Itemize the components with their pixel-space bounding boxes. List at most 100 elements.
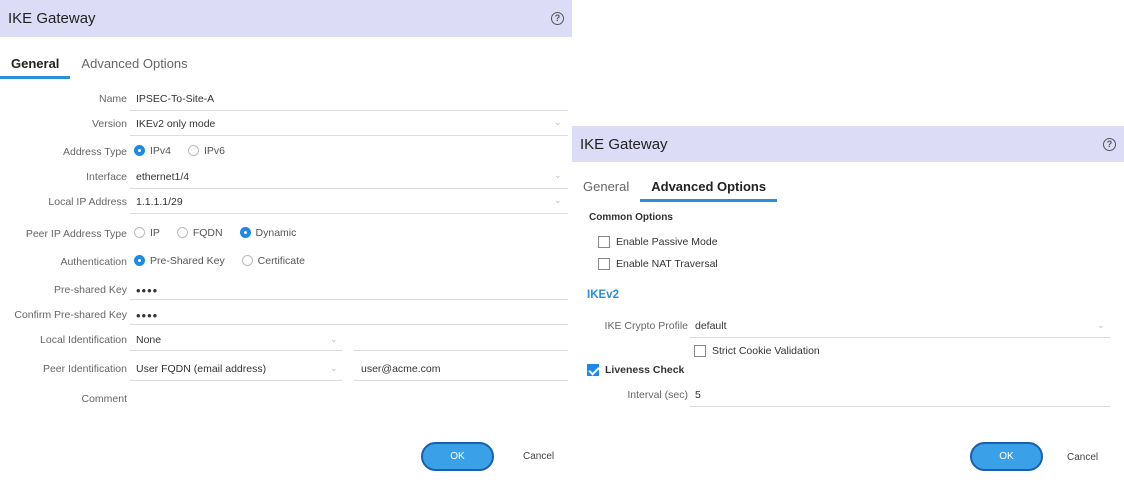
address-type-radios: IPv4 IPv6 — [134, 145, 239, 160]
local-ip-chevron-down-icon[interactable]: ⌄ — [554, 195, 564, 205]
peer-id-chevron-down-icon[interactable]: ⌄ — [330, 363, 340, 373]
strict-cookie-checkbox[interactable] — [694, 345, 706, 357]
interface-row: Interface ethernet1/4 — [0, 166, 189, 188]
passive-mode-checkbox[interactable] — [598, 236, 610, 248]
tab-bar: General Advanced Options — [572, 162, 1124, 202]
local-ip-select[interactable]: 1.1.1.1/29 — [136, 196, 183, 208]
dialog-titlebar: IKE Gateway ? — [0, 0, 572, 37]
radio-unselected-icon — [241, 255, 253, 267]
local-id-value-field[interactable] — [354, 350, 568, 351]
peer-id-label: Peer Identification — [42, 363, 127, 375]
local-ip-label: Local IP Address — [48, 196, 127, 208]
common-options-heading: Common Options — [589, 212, 673, 223]
tab-advanced-options[interactable]: Advanced Options — [70, 56, 198, 79]
local-ip-row: Local IP Address 1.1.1.1/29 — [0, 191, 183, 213]
version-select[interactable]: IKEv2 only mode — [136, 118, 215, 130]
nat-traversal-row[interactable]: Enable NAT Traversal — [598, 253, 718, 275]
interval-label: Interval (sec) — [627, 389, 688, 401]
interface-select[interactable]: ethernet1/4 — [136, 171, 189, 183]
confirm-psk-input[interactable]: •••• — [136, 308, 158, 323]
ike-gateway-dialog-advanced: IKE Gateway ? General Advanced Options C… — [572, 126, 1124, 484]
radio-ipv6[interactable]: IPv6 — [187, 145, 225, 157]
ok-button[interactable]: OK — [970, 442, 1043, 471]
confirm-psk-underline — [130, 324, 568, 325]
radio-unselected-icon — [187, 145, 199, 157]
authentication-radios: Pre-Shared Key Certificate — [134, 255, 319, 270]
crypto-profile-row: IKE Crypto Profile default — [572, 315, 727, 337]
tab-general[interactable]: General — [0, 56, 71, 79]
cancel-button[interactable]: Cancel — [1067, 452, 1098, 463]
version-chevron-down-icon[interactable]: ⌄ — [554, 117, 564, 127]
confirm-psk-row: Confirm Pre-shared Key •••• — [0, 304, 158, 326]
psk-input[interactable]: •••• — [136, 283, 158, 298]
cancel-button[interactable]: Cancel — [523, 451, 554, 462]
ok-button[interactable]: OK — [421, 442, 494, 471]
help-icon[interactable]: ? — [551, 12, 564, 25]
local-id-row: Local Identification None — [0, 329, 161, 351]
address-type-label: Address Type — [62, 146, 127, 158]
crypto-profile-select[interactable]: default — [695, 320, 727, 332]
local-id-chevron-down-icon[interactable]: ⌄ — [330, 334, 340, 344]
liveness-row[interactable]: Liveness Check — [587, 359, 684, 381]
psk-row: Pre-shared Key •••• — [0, 279, 158, 301]
version-label: Version — [91, 118, 127, 130]
liveness-checkbox[interactable] — [587, 364, 599, 376]
liveness-label: Liveness Check — [605, 364, 685, 376]
tab-general[interactable]: General — [572, 179, 640, 202]
peer-id-underline — [130, 380, 342, 381]
address-type-row: Address Type IPv4 IPv6 — [0, 141, 239, 163]
confirm-psk-label: Confirm Pre-shared Key — [14, 309, 127, 321]
interface-underline — [130, 188, 568, 189]
dialog-titlebar: IKE Gateway ? — [572, 126, 1124, 162]
interface-chevron-down-icon[interactable]: ⌄ — [554, 170, 564, 180]
local-id-underline — [130, 350, 342, 351]
radio-selected-icon — [134, 145, 145, 157]
tab-advanced-options[interactable]: Advanced Options — [640, 179, 778, 202]
passive-mode-label: Enable Passive Mode — [616, 236, 718, 248]
radio-ip[interactable]: IP — [134, 227, 160, 239]
authentication-label: Authentication — [60, 256, 127, 268]
radio-selected-icon — [239, 227, 251, 239]
radio-fqdn[interactable]: FQDN — [176, 227, 223, 239]
local-id-select[interactable]: None — [136, 334, 161, 346]
crypto-profile-chevron-down-icon[interactable]: ⌄ — [1097, 320, 1107, 330]
nat-traversal-label: Enable NAT Traversal — [616, 258, 718, 270]
comment-row: Comment — [0, 388, 136, 410]
radio-unselected-icon — [134, 227, 145, 239]
radio-ipv4[interactable]: IPv4 — [134, 145, 171, 157]
strict-cookie-label: Strict Cookie Validation — [712, 345, 820, 357]
version-underline — [130, 135, 568, 136]
name-label: Name — [98, 93, 127, 105]
peer-ip-type-label: Peer IP Address Type — [25, 228, 127, 240]
radio-certificate[interactable]: Certificate — [241, 255, 305, 267]
ike-gateway-dialog-general: IKE Gateway ? General Advanced Options N… — [0, 0, 572, 484]
name-row: Name IPSEC-To-Site-A — [0, 88, 214, 110]
interval-input[interactable]: 5 — [695, 389, 701, 401]
radio-selected-icon — [134, 255, 145, 267]
crypto-profile-underline — [690, 337, 1110, 338]
tab-bar: General Advanced Options — [0, 37, 572, 79]
peer-id-value-underline — [354, 380, 568, 381]
strict-cookie-row[interactable]: Strict Cookie Validation — [694, 340, 820, 362]
ikev2-heading: IKEv2 — [587, 289, 619, 301]
local-id-label: Local Identification — [40, 334, 127, 346]
comment-label: Comment — [81, 393, 127, 405]
name-input[interactable]: IPSEC-To-Site-A — [136, 93, 214, 105]
help-icon[interactable]: ? — [1103, 137, 1116, 151]
crypto-profile-label: IKE Crypto Profile — [604, 320, 688, 332]
peer-ip-type-radios: IP FQDN Dynamic — [134, 227, 310, 242]
radio-dynamic[interactable]: Dynamic — [239, 227, 296, 239]
passive-mode-row[interactable]: Enable Passive Mode — [598, 231, 718, 253]
peer-id-select[interactable]: User FQDN (email address) — [136, 363, 340, 375]
dialog-title: IKE Gateway — [8, 10, 96, 27]
peer-id-value-input[interactable]: user@acme.com — [361, 363, 441, 375]
interface-label: Interface — [86, 171, 127, 183]
interval-underline — [690, 406, 1110, 407]
authentication-row: Authentication Pre-Shared Key Certificat… — [0, 251, 319, 273]
nat-traversal-checkbox[interactable] — [598, 258, 610, 270]
name-underline — [130, 110, 568, 111]
version-row: Version IKEv2 only mode — [0, 113, 215, 135]
psk-label: Pre-shared Key — [54, 284, 127, 296]
radio-pre-shared-key[interactable]: Pre-Shared Key — [134, 255, 225, 267]
local-ip-underline — [130, 213, 568, 214]
